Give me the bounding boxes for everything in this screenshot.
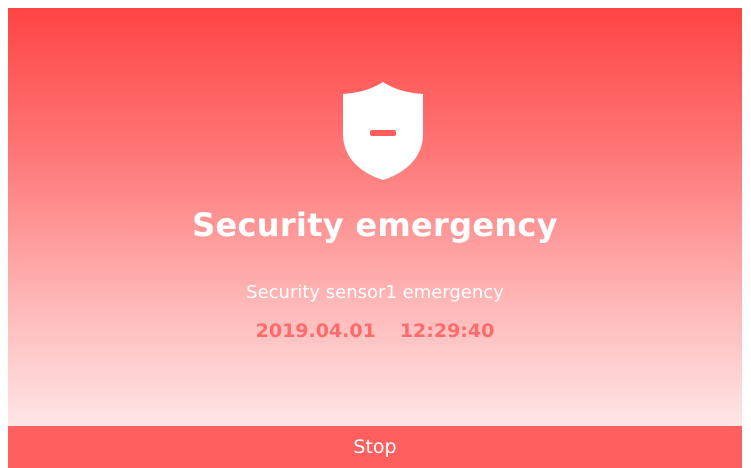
stop-button[interactable]: Stop: [8, 426, 742, 468]
shield-minus-icon: [343, 82, 423, 180]
alert-date: 2019.04.01: [255, 320, 376, 342]
alert-datetime: 2019.04.01 12:29:40: [8, 320, 742, 342]
security-alert-screen: Security emergency Security sensor1 emer…: [0, 0, 751, 468]
alert-title: Security emergency: [192, 206, 558, 244]
alert-message: Security sensor1 emergency: [246, 282, 504, 303]
alert-time: 12:29:40: [399, 320, 495, 342]
alert-panel: Security emergency Security sensor1 emer…: [8, 8, 742, 426]
